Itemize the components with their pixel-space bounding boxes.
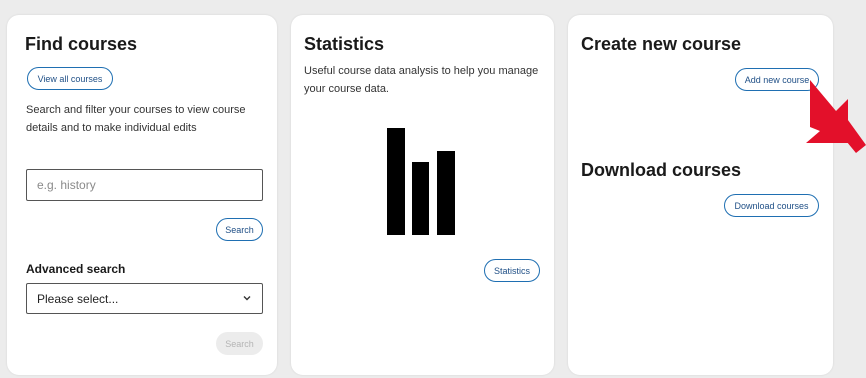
view-all-courses-button[interactable]: View all courses — [27, 67, 113, 90]
chart-bar-2 — [412, 162, 429, 235]
search-button[interactable]: Search — [216, 218, 263, 241]
red-arrow-icon — [806, 80, 866, 153]
find-courses-title: Find courses — [25, 34, 138, 54]
advanced-search-button[interactable]: Search — [216, 332, 263, 355]
download-courses-title: Download courses — [581, 160, 742, 180]
find-courses-card: Find courses View all courses Search and… — [7, 15, 277, 375]
statistics-button[interactable]: Statistics — [484, 259, 540, 282]
chart-bar-3 — [437, 151, 455, 235]
download-courses-button[interactable]: Download courses — [724, 194, 819, 217]
statistics-description: Useful course data analysis to help you … — [304, 65, 539, 95]
chart-bar-1 — [387, 128, 405, 235]
advanced-search-label: Advanced search — [26, 262, 126, 276]
find-courses-description: Search and filter your courses to view c… — [26, 104, 246, 134]
create-course-title: Create new course — [581, 34, 742, 54]
course-search-input[interactable] — [26, 169, 263, 201]
statistics-card: Statistics Useful course data analysis t… — [291, 15, 554, 375]
advanced-search-select[interactable]: Please select... — [26, 283, 263, 314]
create-course-card: Create new course Add new course Downloa… — [568, 15, 833, 375]
statistics-title: Statistics — [304, 34, 385, 54]
advanced-search-select-value: Please select... — [37, 291, 119, 306]
chevron-down-icon — [243, 295, 251, 300]
